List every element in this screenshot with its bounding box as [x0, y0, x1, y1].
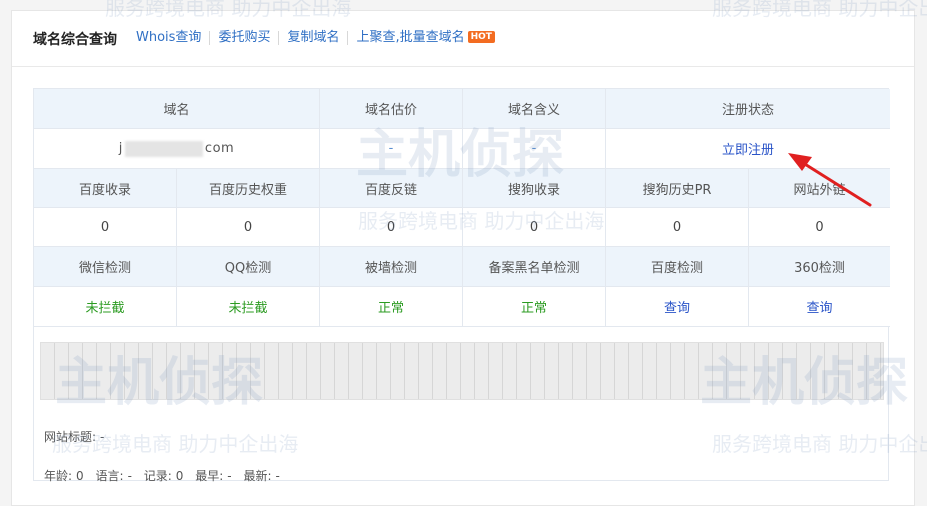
panel-header: 域名综合查询 Whois查询 委托购买 复制域名 上聚查,批量查域名 HOT: [12, 11, 914, 67]
entrust-buy-link[interactable]: 委托购买: [209, 31, 278, 45]
header-360-check: 360检测: [749, 247, 890, 287]
lang-label: 语言:: [95, 469, 124, 483]
header-icp-blacklist-check: 备案黑名单检测: [463, 247, 606, 287]
header-wechat-check: 微信检测: [34, 247, 177, 287]
header-meaning: 域名含义: [463, 89, 606, 129]
domain-redacted: [124, 140, 203, 157]
gfw-check-value: 正常: [320, 287, 463, 327]
header-sogou-index: 搜狗收录: [463, 169, 606, 208]
records-label: 记录:: [143, 469, 172, 483]
site-title-label: 网站标题:: [44, 430, 97, 444]
domain-cell: j com: [34, 129, 320, 169]
valuation-value: -: [320, 129, 463, 169]
360-check-cell: 查询: [749, 287, 890, 327]
sogou-pr-value: 0: [606, 208, 749, 247]
earliest-label: 最早:: [195, 469, 224, 483]
hot-badge: HOT: [467, 31, 495, 43]
header-valuation: 域名估价: [320, 89, 463, 129]
records-value: 0: [175, 469, 184, 483]
domain-prefix: j: [118, 141, 123, 156]
sogou-index-value: 0: [463, 208, 606, 247]
meaning-value: -: [463, 129, 606, 169]
copy-domain-link[interactable]: 复制域名: [278, 31, 347, 45]
table-row: 微信检测 QQ检测 被墙检测 备案黑名单检测 百度检测 360检测: [34, 247, 890, 287]
header-baidu-check: 百度检测: [606, 247, 749, 287]
age-label: 年龄:: [44, 469, 73, 483]
baidu-check-query-link[interactable]: 查询: [664, 297, 690, 316]
table-row: 百度收录 百度历史权重 百度反链 搜狗收录 搜狗历史PR 网站外链: [34, 169, 890, 208]
latest-label: 最新:: [243, 469, 272, 483]
table-row: 0 0 0 0 0 0: [34, 208, 890, 247]
page-title: 域名综合查询: [33, 32, 117, 48]
domain-info-table: 域名 域名估价 域名含义 注册状态 j com - - 立即注册 百度收录 百度…: [33, 88, 890, 484]
header-qq-check: QQ检测: [177, 247, 320, 287]
register-now-link[interactable]: 立即注册: [722, 139, 774, 158]
site-title-line: 网站标题: -: [44, 428, 108, 445]
header-links: Whois查询 委托购买 复制域名 上聚查,批量查域名 HOT: [136, 30, 503, 45]
domain-suffix: com: [204, 141, 235, 156]
lang-value: -: [127, 469, 132, 483]
icp-blacklist-value: 正常: [463, 287, 606, 327]
baidu-weight-value: 0: [177, 208, 320, 247]
age-value: 0: [76, 469, 84, 483]
baidu-index-value: 0: [34, 208, 177, 247]
site-title-value: -: [100, 430, 105, 444]
header-baidu-index: 百度收录: [34, 169, 177, 208]
table-row: 未拦截 未拦截 正常 正常 查询 查询: [34, 287, 890, 327]
latest-value: -: [275, 469, 280, 483]
site-stats-line: 年龄: 0 语言: - 记录: 0 最早: - 最新: -: [44, 467, 284, 484]
table-row: j com - - 立即注册: [34, 129, 890, 169]
header-baidu-weight: 百度历史权重: [177, 169, 320, 208]
baidu-backlinks-value: 0: [320, 208, 463, 247]
header-domain: 域名: [34, 89, 320, 129]
header-baidu-backlinks: 百度反链: [320, 169, 463, 208]
batch-query-link[interactable]: 上聚查,批量查域名 HOT: [347, 31, 502, 45]
header-gfw-check: 被墙检测: [320, 247, 463, 287]
wechat-check-value: 未拦截: [34, 287, 177, 327]
360-check-query-link[interactable]: 查询: [806, 297, 832, 316]
header-register-status: 注册状态: [606, 89, 890, 129]
external-links-value: 0: [749, 208, 890, 247]
history-snapshot-strip: [40, 342, 884, 400]
domain-query-panel: 域名综合查询 Whois查询 委托购买 复制域名 上聚查,批量查域名 HOT 域名 域名…: [11, 10, 915, 506]
batch-query-label: 上聚查,批量查域名: [356, 30, 465, 45]
table-row: 域名 域名估价 域名含义 注册状态: [34, 89, 890, 129]
baidu-check-cell: 查询: [606, 287, 749, 327]
red-arrow-annotation: [788, 153, 872, 207]
earliest-value: -: [227, 469, 232, 483]
header-sogou-pr: 搜狗历史PR: [606, 169, 749, 208]
qq-check-value: 未拦截: [177, 287, 320, 327]
whois-query-link[interactable]: Whois查询: [136, 31, 209, 45]
